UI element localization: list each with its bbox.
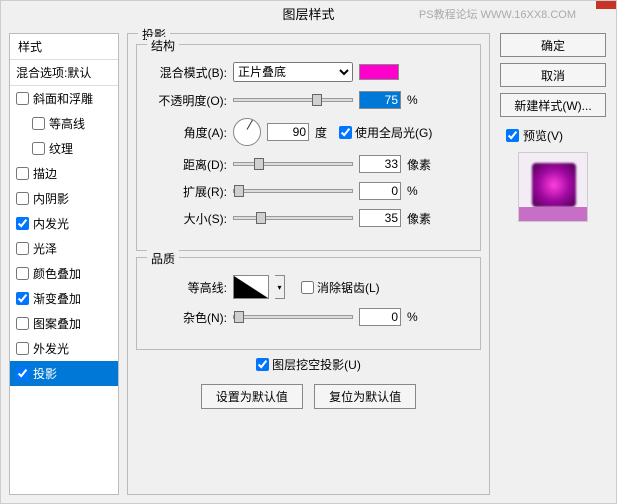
styles-header[interactable]: 样式 bbox=[10, 34, 118, 60]
knockout-check[interactable]: 图层挖空投影(U) bbox=[256, 356, 361, 373]
style-checkbox[interactable] bbox=[16, 167, 29, 180]
style-label: 光泽 bbox=[33, 240, 57, 257]
style-label: 等高线 bbox=[49, 115, 85, 132]
knockout-checkbox[interactable] bbox=[256, 358, 269, 371]
contour-dropdown-icon[interactable]: ▾ bbox=[275, 275, 285, 299]
preview-thumbnail bbox=[518, 152, 588, 222]
new-style-button[interactable]: 新建样式(W)... bbox=[500, 93, 606, 117]
style-checkbox[interactable] bbox=[16, 342, 29, 355]
style-checkbox[interactable] bbox=[16, 267, 29, 280]
style-label: 外发光 bbox=[33, 340, 69, 357]
distance-input[interactable] bbox=[359, 155, 401, 173]
style-item[interactable]: 渐变叠加 bbox=[10, 286, 118, 311]
style-item[interactable]: 内阴影 bbox=[10, 186, 118, 211]
style-checkbox[interactable] bbox=[16, 242, 29, 255]
structure-group: 结构 混合模式(B): 正片叠底 不透明度(O): % 角度(A): bbox=[136, 44, 481, 251]
style-item[interactable]: 内发光 bbox=[10, 211, 118, 236]
blend-mode-select[interactable]: 正片叠底 bbox=[233, 62, 353, 82]
global-light-check[interactable]: 使用全局光(G) bbox=[339, 124, 432, 141]
preview-checkbox[interactable] bbox=[506, 129, 519, 142]
style-label: 纹理 bbox=[49, 140, 73, 157]
title-bar: 图层样式 PS教程论坛 WWW.16XX8.COM bbox=[1, 1, 616, 29]
spread-unit: % bbox=[407, 184, 437, 198]
spread-input[interactable] bbox=[359, 182, 401, 200]
style-item[interactable]: 外发光 bbox=[10, 336, 118, 361]
opacity-slider[interactable] bbox=[233, 98, 353, 102]
spread-label: 扩展(R): bbox=[147, 183, 227, 200]
quality-group: 品质 等高线: ▾ 消除锯齿(L) 杂色(N): % bbox=[136, 257, 481, 350]
style-label: 投影 bbox=[33, 365, 57, 382]
spread-slider[interactable] bbox=[233, 189, 353, 193]
structure-title: 结构 bbox=[147, 37, 179, 54]
layer-style-dialog: 图层样式 PS教程论坛 WWW.16XX8.COM 样式 混合选项:默认 斜面和… bbox=[0, 0, 617, 504]
blend-options-default[interactable]: 混合选项:默认 bbox=[10, 60, 118, 86]
distance-slider[interactable] bbox=[233, 162, 353, 166]
style-checkbox[interactable] bbox=[16, 292, 29, 305]
noise-input[interactable] bbox=[359, 308, 401, 326]
global-light-checkbox[interactable] bbox=[339, 126, 352, 139]
action-panel: 确定 取消 新建样式(W)... 预览(V) bbox=[498, 33, 608, 495]
noise-unit: % bbox=[407, 310, 437, 324]
style-item[interactable]: 等高线 bbox=[10, 111, 118, 136]
style-item[interactable]: 光泽 bbox=[10, 236, 118, 261]
quality-title: 品质 bbox=[147, 250, 179, 267]
blend-options-label: 混合选项:默认 bbox=[16, 64, 91, 81]
angle-dial[interactable] bbox=[233, 118, 261, 146]
set-default-button[interactable]: 设置为默认值 bbox=[201, 384, 303, 409]
style-checkbox[interactable] bbox=[32, 117, 45, 130]
opacity-unit: % bbox=[407, 93, 437, 107]
style-label: 描边 bbox=[33, 165, 57, 182]
size-unit: 像素 bbox=[407, 210, 437, 227]
style-checkbox[interactable] bbox=[16, 317, 29, 330]
contour-label: 等高线: bbox=[147, 279, 227, 296]
style-label: 斜面和浮雕 bbox=[33, 90, 93, 107]
size-slider[interactable] bbox=[233, 216, 353, 220]
antialias-checkbox[interactable] bbox=[301, 281, 314, 294]
angle-input[interactable] bbox=[267, 123, 309, 141]
style-item[interactable]: 投影 bbox=[10, 361, 118, 386]
blend-mode-label: 混合模式(B): bbox=[147, 64, 227, 81]
size-input[interactable] bbox=[359, 209, 401, 227]
preview-toggle[interactable]: 预览(V) bbox=[506, 127, 606, 144]
antialias-check[interactable]: 消除锯齿(L) bbox=[301, 279, 380, 296]
noise-slider[interactable] bbox=[233, 315, 353, 319]
angle-label: 角度(A): bbox=[147, 124, 227, 141]
styles-list: 样式 混合选项:默认 斜面和浮雕等高线纹理描边内阴影内发光光泽颜色叠加渐变叠加图… bbox=[9, 33, 119, 495]
distance-unit: 像素 bbox=[407, 156, 437, 173]
distance-label: 距离(D): bbox=[147, 156, 227, 173]
ok-button[interactable]: 确定 bbox=[500, 33, 606, 57]
size-label: 大小(S): bbox=[147, 210, 227, 227]
angle-unit: 度 bbox=[315, 124, 327, 141]
style-item[interactable]: 图案叠加 bbox=[10, 311, 118, 336]
style-checkbox[interactable] bbox=[32, 142, 45, 155]
style-label: 内发光 bbox=[33, 215, 69, 232]
contour-picker[interactable] bbox=[233, 275, 269, 299]
reset-default-button[interactable]: 复位为默认值 bbox=[314, 384, 416, 409]
opacity-label: 不透明度(O): bbox=[147, 92, 227, 109]
cancel-button[interactable]: 取消 bbox=[500, 63, 606, 87]
style-item[interactable]: 描边 bbox=[10, 161, 118, 186]
style-label: 颜色叠加 bbox=[33, 265, 81, 282]
style-label: 图案叠加 bbox=[33, 315, 81, 332]
style-item[interactable]: 纹理 bbox=[10, 136, 118, 161]
style-checkbox[interactable] bbox=[16, 192, 29, 205]
opacity-input[interactable] bbox=[359, 91, 401, 109]
shadow-color-swatch[interactable] bbox=[359, 64, 399, 80]
style-item[interactable]: 颜色叠加 bbox=[10, 261, 118, 286]
style-label: 渐变叠加 bbox=[33, 290, 81, 307]
watermark: PS教程论坛 WWW.16XX8.COM bbox=[419, 1, 576, 29]
style-checkbox[interactable] bbox=[16, 367, 29, 380]
noise-label: 杂色(N): bbox=[147, 309, 227, 326]
style-item[interactable]: 斜面和浮雕 bbox=[10, 86, 118, 111]
style-checkbox[interactable] bbox=[16, 217, 29, 230]
style-label: 内阴影 bbox=[33, 190, 69, 207]
style-checkbox[interactable] bbox=[16, 92, 29, 105]
settings-panel: 投影 结构 混合模式(B): 正片叠底 不透明度(O): % bbox=[119, 33, 498, 495]
dialog-title: 图层样式 bbox=[282, 7, 334, 22]
